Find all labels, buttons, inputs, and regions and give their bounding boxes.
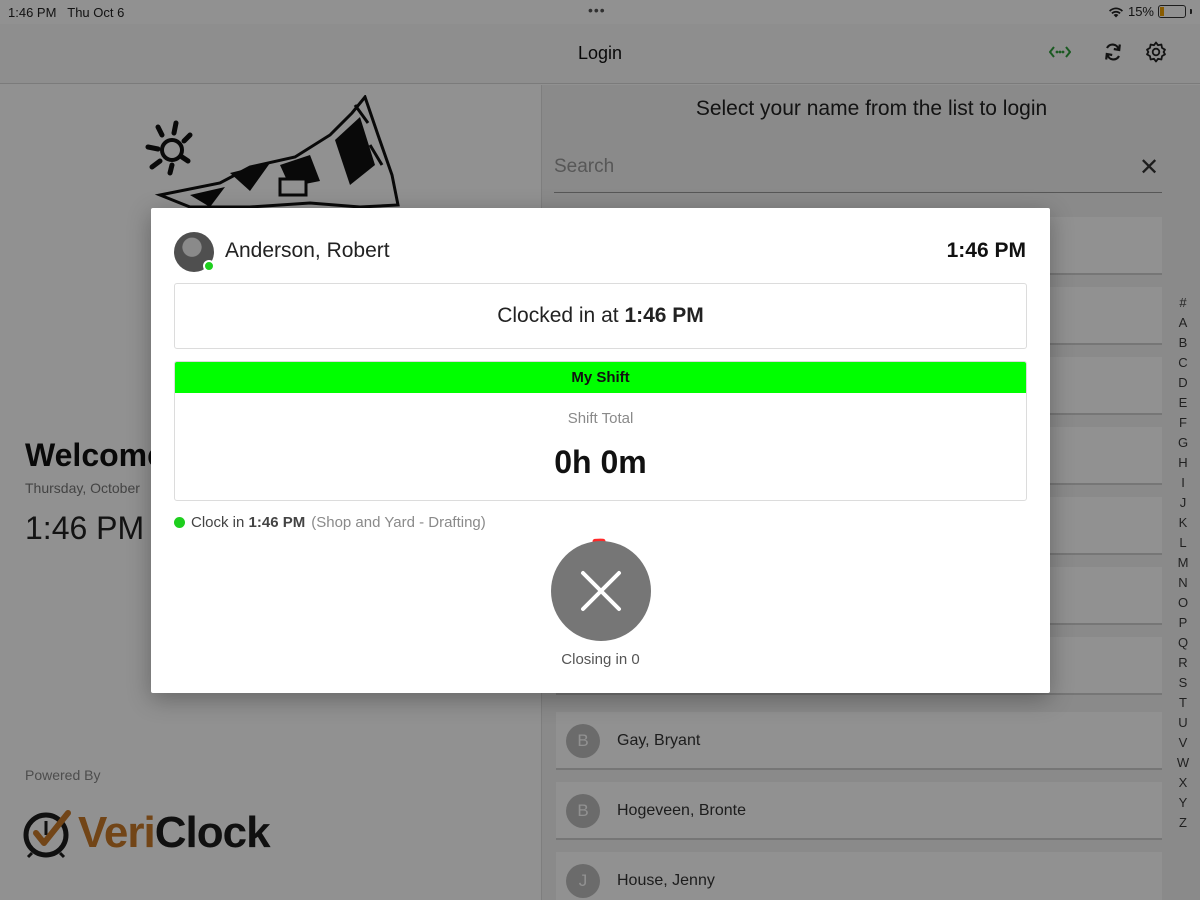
closing-countdown-text: Closing in 0 (561, 651, 640, 668)
clocked-in-message: Clocked in at 1:46 PM (174, 283, 1027, 349)
clock-in-confirmation-modal: Anderson, Robert 1:46 PM Clocked in at 1… (151, 208, 1050, 693)
clock-in-status-dot (174, 517, 185, 528)
close-countdown (548, 538, 654, 644)
shift-header: My Shift (175, 362, 1026, 393)
clock-event-entry: Clock in 1:46 PM (Shop and Yard - Drafti… (174, 514, 486, 531)
shift-card: My Shift Shift Total 0h 0m (174, 361, 1027, 501)
clocked-in-prefix: Clocked in at (497, 304, 619, 327)
clock-event-location: (Shop and Yard - Drafting) (311, 514, 486, 531)
user-avatar (174, 232, 215, 272)
close-icon (581, 571, 621, 611)
online-status-dot (203, 260, 215, 272)
clock-event-label: Clock in 1:46 PM (191, 514, 305, 531)
current-time: 1:46 PM (946, 239, 1026, 262)
clocked-in-time: 1:46 PM (624, 304, 704, 327)
shift-total-value: 0h 0m (554, 444, 647, 480)
clock-event-prefix: Clock in (191, 514, 245, 531)
user-name: Anderson, Robert (225, 239, 390, 262)
shift-total-label: Shift Total (567, 410, 634, 427)
close-button[interactable] (551, 541, 651, 641)
clock-event-time: 1:46 PM (248, 514, 306, 531)
